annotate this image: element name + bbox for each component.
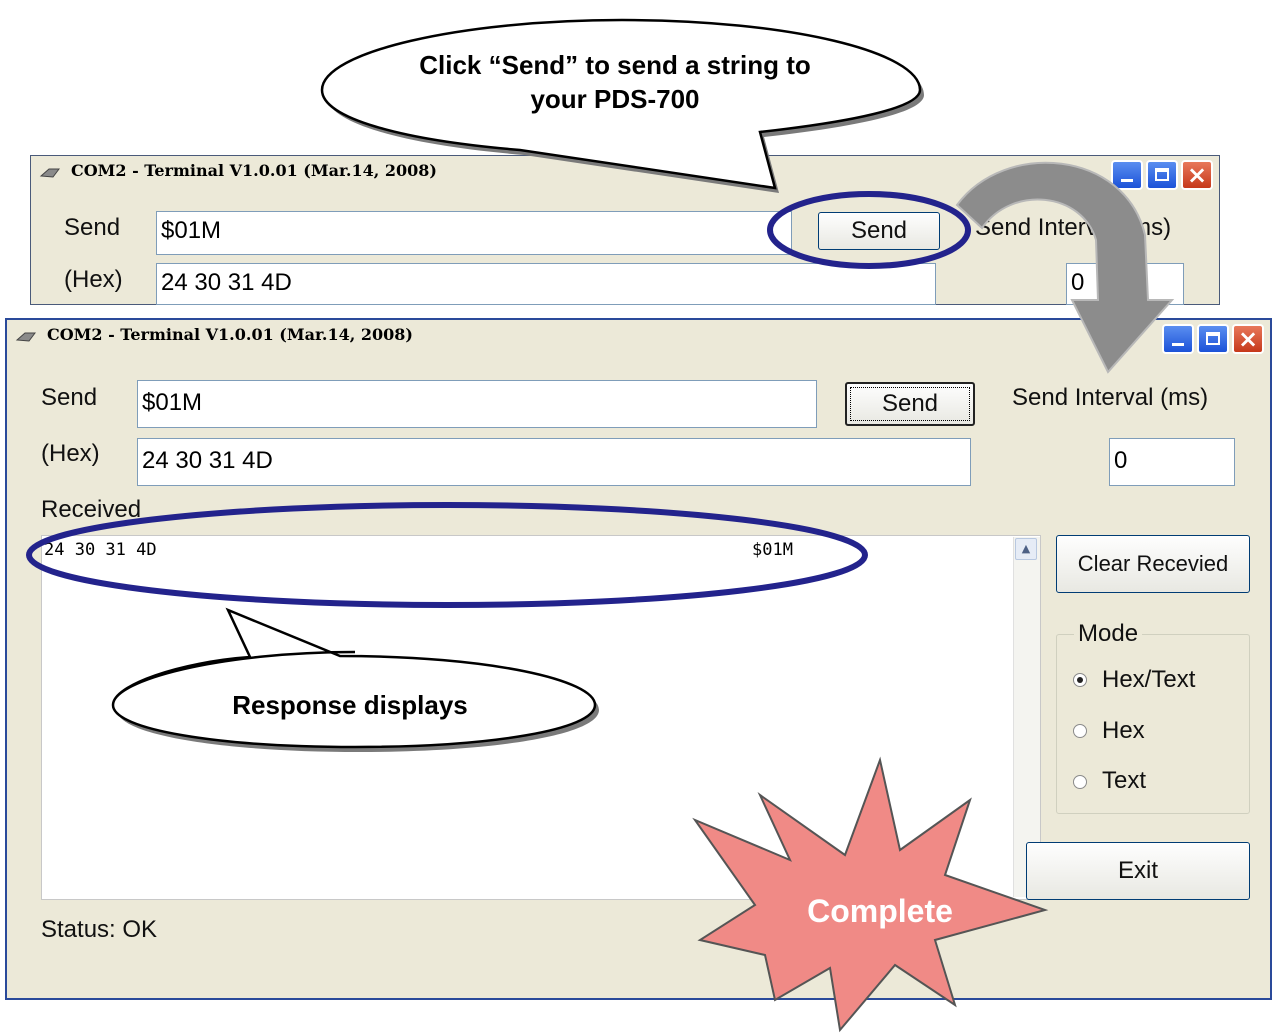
front-maximize-button[interactable]: [1197, 324, 1229, 354]
back-interval-label: Send Interval (ms): [975, 214, 1172, 241]
back-terminal-window: COM2 - Terminal V1.0.01 (Mar.14, 2008) ×…: [30, 155, 1220, 305]
front-minimize-button[interactable]: [1162, 324, 1194, 354]
serial-port-icon: [15, 332, 36, 342]
focus-ring: [850, 387, 970, 421]
back-maximize-button[interactable]: [1146, 160, 1178, 190]
back-send-button[interactable]: Send: [818, 212, 940, 250]
mode-option-hex[interactable]: Hex: [1102, 717, 1145, 745]
mode-radio-text[interactable]: [1073, 775, 1087, 789]
mode-radio-hex[interactable]: [1073, 724, 1087, 738]
scroll-up-arrow-icon[interactable]: ▲: [1015, 538, 1037, 560]
received-text: $01M: [752, 540, 793, 560]
close-icon: ×: [1237, 325, 1259, 353]
received-label: Received: [41, 496, 142, 523]
serial-port-icon: [39, 168, 60, 178]
complete-text: Complete: [807, 893, 953, 929]
mode-option-text[interactable]: Text: [1102, 767, 1146, 795]
minimize-icon: [1121, 179, 1133, 182]
received-hex: 24 30 31 4D: [44, 540, 157, 560]
mode-groupbox: [1056, 634, 1250, 814]
hex-input[interactable]: 24 30 31 4D: [137, 438, 971, 486]
front-terminal-window: COM2 - Terminal V1.0.01 (Mar.14, 2008) ×…: [5, 318, 1272, 1000]
back-send-label: Send: [64, 214, 121, 241]
hex-label: (Hex): [41, 440, 100, 467]
close-icon: ×: [1186, 161, 1208, 189]
send-hint-text: Click “Send” to send a string to your PD…: [419, 50, 811, 114]
back-hex-label: (Hex): [64, 266, 123, 293]
send-button[interactable]: Send: [845, 382, 975, 426]
mode-label: Mode: [1074, 620, 1143, 648]
send-input[interactable]: $01M: [137, 380, 817, 428]
back-hex-input[interactable]: 24 30 31 4D: [156, 263, 936, 305]
minimize-icon: [1172, 343, 1184, 346]
front-close-button[interactable]: ×: [1232, 324, 1264, 354]
interval-input[interactable]: 0: [1109, 438, 1235, 486]
maximize-icon: [1155, 168, 1169, 181]
interval-label: Send Interval (ms): [1012, 384, 1209, 411]
back-close-button[interactable]: ×: [1181, 160, 1213, 190]
back-window-title: COM2 - Terminal V1.0.01 (Mar.14, 2008): [71, 161, 437, 180]
mode-option-hex-text[interactable]: Hex/Text: [1102, 666, 1195, 694]
send-label: Send: [41, 384, 98, 411]
back-send-input[interactable]: $01M: [156, 211, 792, 255]
back-minimize-button[interactable]: [1111, 160, 1143, 190]
front-window-title: COM2 - Terminal V1.0.01 (Mar.14, 2008): [47, 325, 413, 344]
mode-radio-hex-text[interactable]: [1073, 673, 1087, 687]
front-title-bar[interactable]: COM2 - Terminal V1.0.01 (Mar.14, 2008) ×: [7, 320, 1270, 354]
response-hint-text: Response displays: [232, 690, 468, 720]
back-interval-input[interactable]: 0: [1066, 263, 1184, 305]
status-text: Status: OK: [41, 916, 158, 943]
maximize-icon: [1206, 332, 1220, 345]
clear-received-button[interactable]: Clear Recevied: [1056, 535, 1250, 593]
back-title-bar[interactable]: COM2 - Terminal V1.0.01 (Mar.14, 2008) ×: [31, 156, 1219, 190]
exit-button[interactable]: Exit: [1026, 842, 1250, 900]
